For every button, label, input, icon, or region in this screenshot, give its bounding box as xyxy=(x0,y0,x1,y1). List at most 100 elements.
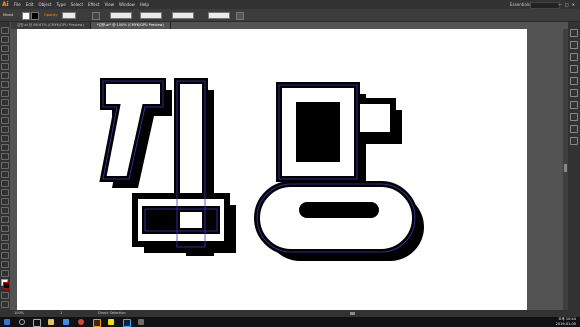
search-input[interactable] xyxy=(530,2,560,9)
current-tool[interactable]: Direct Selection xyxy=(98,310,126,317)
curvature-tool[interactable] xyxy=(1,72,9,79)
screen-mode-icon[interactable] xyxy=(1,301,9,308)
stroke-swatch[interactable] xyxy=(31,12,39,20)
opacity-label[interactable]: Opacity xyxy=(44,9,57,21)
file-explorer-icon[interactable] xyxy=(48,319,54,325)
menu-edit[interactable]: Edit xyxy=(26,0,34,9)
search-icon[interactable] xyxy=(19,319,25,325)
photoshop-icon[interactable] xyxy=(123,319,131,327)
paintbrush-tool[interactable] xyxy=(1,108,9,115)
illustrator-logo: Ai xyxy=(2,1,9,8)
artboard[interactable] xyxy=(17,29,527,310)
vertical-scrollbar[interactable] xyxy=(563,29,568,310)
tools-panel xyxy=(0,22,10,312)
menu-select[interactable]: Select xyxy=(71,0,83,9)
stroke-color-icon[interactable] xyxy=(3,282,10,289)
opacity-field[interactable] xyxy=(62,12,76,19)
blend-tool[interactable] xyxy=(1,216,9,223)
workspace-switcher[interactable]: Essentials xyxy=(510,0,530,9)
swatches-panel-icon[interactable] xyxy=(570,53,578,61)
fill-stroke-widget[interactable] xyxy=(0,279,10,291)
graph-tool[interactable] xyxy=(1,234,9,241)
menu-file[interactable]: File xyxy=(14,0,21,9)
control-bar: Mixed Opacity xyxy=(0,9,580,22)
menu-bar: Ai File Edit Object Type Select Effect V… xyxy=(0,0,580,9)
task-view-icon[interactable] xyxy=(33,319,41,327)
magic-wand-tool[interactable] xyxy=(1,45,9,52)
window-controls[interactable]: —□✕ xyxy=(558,0,578,9)
artwork-canvas xyxy=(99,78,424,261)
color-panel-icon[interactable] xyxy=(570,29,578,37)
document-tabs: 김망.ai @ 66.67% (CMYK/GPU Preview) *김왕.ai… xyxy=(11,22,171,29)
x-field[interactable] xyxy=(110,12,132,19)
free-transform-tool[interactable] xyxy=(1,162,9,169)
perspective-grid-tool[interactable] xyxy=(1,180,9,187)
draw-mode-icon[interactable] xyxy=(1,292,9,299)
transform-button[interactable] xyxy=(236,12,244,20)
line-tool[interactable] xyxy=(1,90,9,97)
y-field[interactable] xyxy=(140,12,162,19)
gradient-panel-icon[interactable] xyxy=(570,101,578,109)
windows-taskbar: 오후 10:44 2019-01-05 xyxy=(0,317,580,327)
layers-panel-icon[interactable] xyxy=(570,137,578,145)
type-tool[interactable] xyxy=(1,81,9,88)
symbols-panel-icon[interactable] xyxy=(570,77,578,85)
fill-swatch[interactable] xyxy=(22,12,30,20)
artboard-tool[interactable] xyxy=(1,243,9,250)
gradient-tool[interactable] xyxy=(1,198,9,205)
menu-help[interactable]: Help xyxy=(140,0,149,9)
zoom-level[interactable]: 100% xyxy=(14,310,24,317)
menu-effect[interactable]: Effect xyxy=(88,0,100,9)
selection-label: Mixed xyxy=(3,13,14,17)
symbol-sprayer-tool[interactable] xyxy=(1,225,9,232)
clock-date[interactable]: 2019-01-05 xyxy=(556,322,576,327)
scale-tool[interactable] xyxy=(1,144,9,151)
slice-tool[interactable] xyxy=(1,252,9,259)
kakaotalk-icon[interactable] xyxy=(108,319,114,325)
chrome-icon[interactable] xyxy=(78,319,84,325)
tab-document-1[interactable]: 김망.ai @ 66.67% (CMYK/GPU Preview) xyxy=(11,22,91,29)
color-guide-icon[interactable] xyxy=(570,41,578,49)
status-bar: 100% 1 Direct Selection xyxy=(0,310,580,317)
tab-document-2[interactable]: *김왕.ai* @ 100% (CMYK/GPU Preview) xyxy=(90,22,171,29)
rectangle-tool[interactable] xyxy=(1,99,9,106)
pen-tool[interactable] xyxy=(1,63,9,70)
illustrator-taskbar-icon[interactable] xyxy=(93,319,101,327)
style-swatch[interactable] xyxy=(92,12,100,20)
lasso-tool[interactable] xyxy=(1,54,9,61)
brushes-panel-icon[interactable] xyxy=(570,65,578,73)
horizontal-scroll-thumb[interactable] xyxy=(350,312,355,315)
artboard-number[interactable]: 1 xyxy=(60,310,62,317)
width-field[interactable] xyxy=(172,12,194,19)
stroke-panel-icon[interactable] xyxy=(570,89,578,97)
pencil-tool[interactable] xyxy=(1,117,9,124)
menu-list: File Edit Object Type Select Effect View… xyxy=(14,0,149,9)
rotate-tool[interactable] xyxy=(1,135,9,142)
zoom-tool[interactable] xyxy=(1,270,9,277)
mesh-tool[interactable] xyxy=(1,189,9,196)
menu-view[interactable]: View xyxy=(105,0,115,9)
menu-window[interactable]: Window xyxy=(119,0,135,9)
width-tool[interactable] xyxy=(1,153,9,160)
glyph-i-stem xyxy=(174,78,208,250)
shape-builder-tool[interactable] xyxy=(1,171,9,178)
menu-object[interactable]: Object xyxy=(38,0,51,9)
store-icon[interactable] xyxy=(63,319,69,325)
selection-tool[interactable] xyxy=(1,27,9,34)
glyph-a-bar xyxy=(354,98,396,138)
transparency-panel-icon[interactable] xyxy=(570,113,578,121)
height-field[interactable] xyxy=(208,12,230,19)
glyph-ieung xyxy=(254,181,418,255)
appearance-panel-icon[interactable] xyxy=(570,125,578,133)
menu-type[interactable]: Type xyxy=(56,0,65,9)
start-icon[interactable] xyxy=(4,319,10,325)
eyedropper-tool[interactable] xyxy=(1,207,9,214)
vertical-scroll-thumb[interactable] xyxy=(564,164,567,172)
eraser-tool[interactable] xyxy=(1,126,9,133)
media-icon[interactable] xyxy=(138,319,144,325)
system-tray: 오후 10:44 2019-01-05 xyxy=(556,317,576,327)
panel-dock xyxy=(568,22,580,312)
direct-selection-tool[interactable] xyxy=(1,36,9,43)
hand-tool[interactable] xyxy=(1,261,9,268)
glyph-giyeok xyxy=(99,78,166,182)
